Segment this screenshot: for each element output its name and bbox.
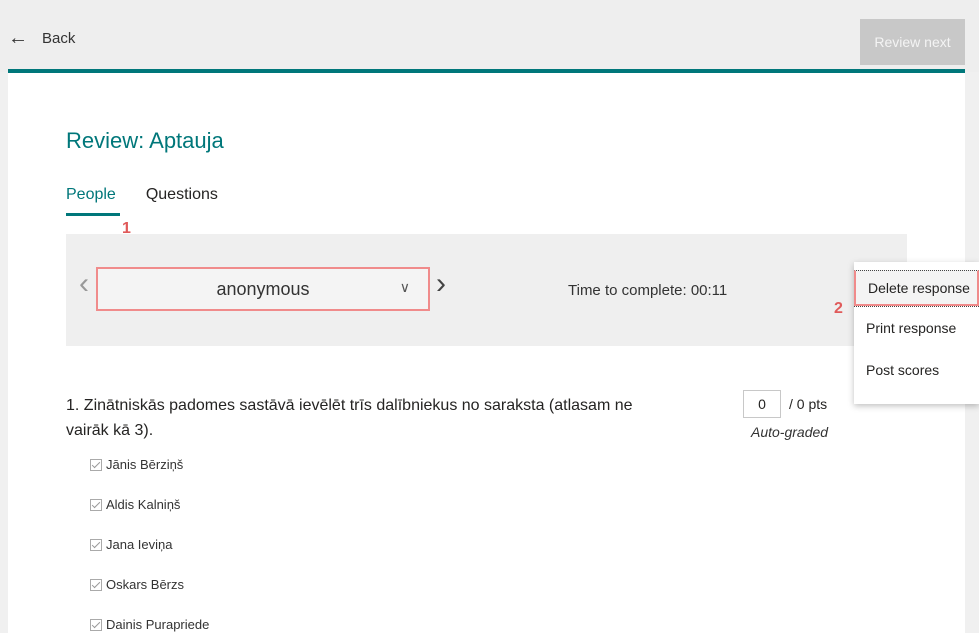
chevron-left-icon[interactable]: ‹ <box>79 269 89 299</box>
respondent-navigation-bar: ‹ anonymous ∨ › Time to complete: 00:11 … <box>66 234 907 346</box>
menu-item-delete-response[interactable]: Delete response <box>854 270 979 306</box>
annotation-number-2: 2 <box>834 300 843 317</box>
grading-status: Auto-graded <box>751 424 829 440</box>
tab-questions[interactable]: Questions <box>146 186 218 216</box>
more-options-menu: Delete response Print response Post scor… <box>854 262 979 404</box>
page-title: Review: Aptauja <box>66 128 224 153</box>
option-label: Dainis Purapriede <box>106 617 210 632</box>
tab-people[interactable]: People <box>66 186 120 216</box>
option-label: Jana Ieviņa <box>106 537 173 552</box>
checkbox-icon <box>90 498 102 511</box>
option-item: Oskars Bērzs <box>90 577 184 592</box>
review-next-button[interactable]: Review next <box>860 19 965 65</box>
checkbox-icon <box>90 458 102 471</box>
menu-item-print-response[interactable]: Print response <box>854 306 979 349</box>
option-item: Aldis Kalniņš <box>90 497 180 512</box>
respondent-select[interactable]: anonymous ∨ <box>96 267 430 311</box>
question-text: 1. Zinātniskās padomes sastāvā ievēlēt t… <box>66 397 633 439</box>
time-to-complete: Time to complete: 00:11 <box>568 282 728 299</box>
option-label: Jānis Bērziņš <box>106 457 184 472</box>
checkbox-icon <box>90 618 102 631</box>
score-suffix: / 0 pts <box>789 396 828 412</box>
option-item: Jana Ieviņa <box>90 537 173 552</box>
score-input[interactable]: 0 <box>743 390 781 418</box>
option-item: Dainis Purapriede <box>90 617 209 632</box>
option-item: Jānis Bērziņš <box>90 457 183 472</box>
review-panel: Review: Aptauja People Questions 1 ‹ ano… <box>8 73 965 633</box>
chevron-down-icon: ∨ <box>399 279 410 295</box>
points-field: 0 / 0 pts <box>743 390 827 418</box>
option-label: Aldis Kalniņš <box>106 497 181 512</box>
respondent-select-value: anonymous <box>216 278 310 299</box>
back-button[interactable]: ← Back <box>8 28 75 48</box>
checkbox-icon <box>90 538 102 551</box>
back-arrow-icon: ← <box>8 27 28 49</box>
option-label: Oskars Bērzs <box>106 577 185 592</box>
tab-bar: People Questions <box>66 186 248 216</box>
back-label: Back <box>42 29 76 47</box>
menu-item-post-scores[interactable]: Post scores <box>854 349 979 391</box>
chevron-right-icon[interactable]: › <box>436 269 446 299</box>
top-bar: ← Back Review next <box>0 0 979 73</box>
checkbox-icon <box>90 578 102 591</box>
